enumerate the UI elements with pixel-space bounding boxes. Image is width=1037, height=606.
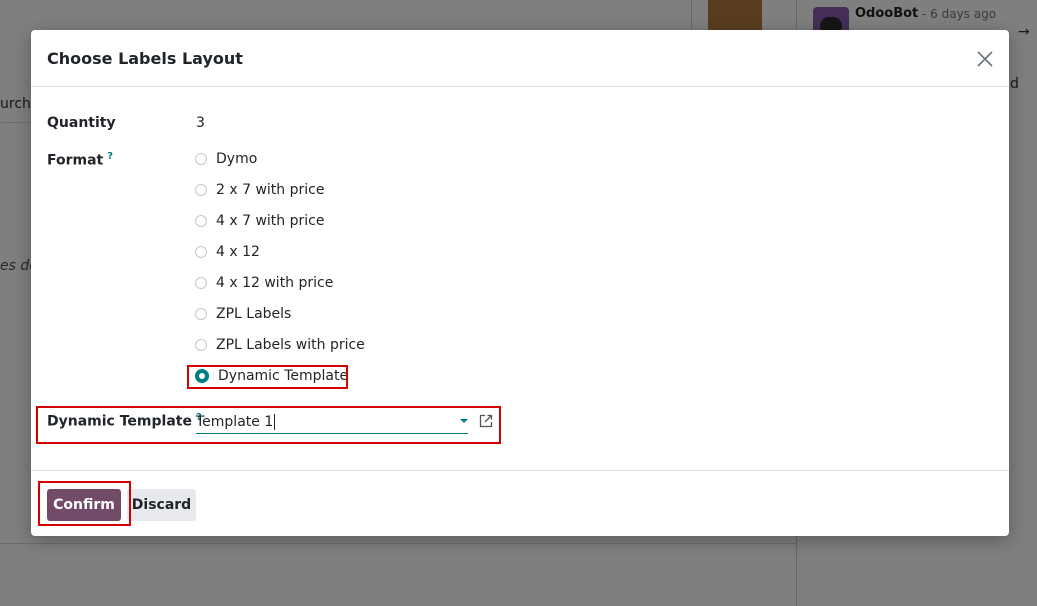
dropdown-caret-icon[interactable] [460, 419, 468, 423]
format-option-dynamic-template[interactable]: Dynamic Template [195, 365, 348, 387]
format-option-4x12[interactable]: 4 x 12 [195, 241, 260, 263]
radio-button[interactable] [195, 308, 207, 320]
format-option-label: 4 x 7 with price [216, 213, 325, 229]
modal-footer: Confirm Discard [31, 470, 1009, 536]
radio-button-checked[interactable] [195, 369, 209, 383]
format-option-zpl-price[interactable]: ZPL Labels with price [195, 334, 365, 356]
text-cursor [274, 413, 276, 430]
confirm-button[interactable]: Confirm [47, 489, 121, 521]
radio-button[interactable] [195, 339, 207, 351]
dynamic-template-value: Template 1 [196, 413, 274, 430]
choose-labels-layout-dialog: Choose Labels Layout Quantity 3 Format? … [31, 30, 1009, 536]
format-option-label: Dymo [216, 151, 258, 167]
modal-title: Choose Labels Layout [47, 49, 243, 68]
format-option-4x12-price[interactable]: 4 x 12 with price [195, 272, 333, 294]
dynamic-template-label-text: Dynamic Template [47, 413, 192, 430]
format-option-label: 2 x 7 with price [216, 182, 325, 198]
format-option-dymo[interactable]: Dymo [195, 148, 257, 170]
modal-header: Choose Labels Layout [31, 30, 1009, 87]
radio-button[interactable] [195, 153, 207, 165]
format-label-text: Format [47, 152, 104, 169]
format-option-label: 4 x 12 [216, 244, 260, 260]
dynamic-template-input[interactable]: Template 1 [196, 410, 468, 434]
format-option-label: ZPL Labels [216, 306, 292, 322]
close-icon[interactable] [975, 49, 995, 69]
format-option-label: Dynamic Template [218, 368, 349, 384]
external-link-icon[interactable] [478, 413, 494, 429]
quantity-value: 3 [196, 115, 205, 131]
radio-button[interactable] [195, 215, 207, 227]
help-icon[interactable]: ? [107, 151, 113, 162]
format-option-label: 4 x 12 with price [216, 275, 334, 291]
radio-button[interactable] [195, 246, 207, 258]
format-option-4x7-price[interactable]: 4 x 7 with price [195, 210, 324, 232]
format-option-zpl[interactable]: ZPL Labels [195, 303, 291, 325]
format-option-2x7-price[interactable]: 2 x 7 with price [195, 179, 324, 201]
format-label: Format? [47, 151, 113, 169]
radio-button[interactable] [195, 184, 207, 196]
quantity-label: Quantity [47, 115, 116, 131]
format-option-label: ZPL Labels with price [216, 337, 365, 353]
dynamic-template-label: Dynamic Template? [47, 412, 202, 430]
radio-button[interactable] [195, 277, 207, 289]
discard-button[interactable]: Discard [127, 489, 196, 521]
